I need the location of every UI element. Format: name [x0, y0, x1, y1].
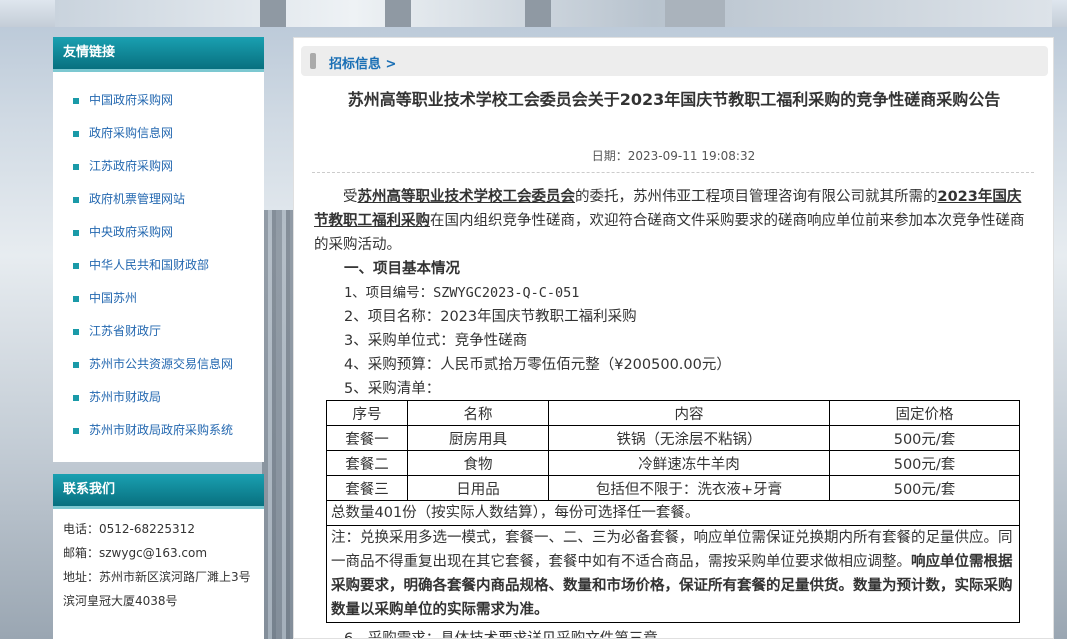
link-item[interactable]: 政府采购信息网: [53, 117, 264, 150]
friendly-links-title: 友情链接: [53, 37, 264, 72]
link-item[interactable]: 政府机票管理网站: [53, 183, 264, 216]
article-title: 苏州高等职业技术学校工会委员会关于2023年国庆节教职工福利采购的竞争性磋商采购…: [347, 90, 1001, 109]
procurement-budget: 4、采购预算：人民币贰拾万零伍佰元整（¥200500.00元）: [344, 357, 731, 373]
table-header: 固定价格: [829, 400, 1020, 426]
link-item[interactable]: 中国政府采购网: [53, 84, 264, 117]
table-cell: 500元/套: [829, 450, 1020, 476]
link-item[interactable]: 江苏省财政厅: [53, 315, 264, 348]
table-row: 注：兑换采用多选一模式，套餐一、二、三为必备套餐，响应单位需保证兑换期内所有套餐…: [326, 525, 1020, 623]
table-cell: 套餐一: [326, 425, 408, 451]
friendly-links-panel: 友情链接 中国政府采购网 政府采购信息网 江苏政府采购网 政府机票管理网站 中央…: [53, 37, 264, 462]
table-cell: 厨房用具: [407, 425, 549, 451]
table-cell: 500元/套: [829, 475, 1020, 501]
table-cell: 500元/套: [829, 425, 1020, 451]
link-item[interactable]: 苏州市财政局: [53, 381, 264, 414]
table-header: 序号: [326, 400, 408, 426]
link-item[interactable]: 中华人民共和国财政部: [53, 249, 264, 282]
table-cell: 食物: [407, 450, 549, 476]
contact-panel: 联系我们 电话：0512-68225312 邮箱：szwygc@163.com …: [53, 474, 264, 639]
friendly-links-list: 中国政府采购网 政府采购信息网 江苏政府采购网 政府机票管理网站 中央政府采购网…: [53, 72, 264, 447]
table-row: 套餐三 日用品 包括但不限于：洗衣液+牙膏 500元/套: [326, 475, 1020, 501]
table-cell: 冷鲜速冻牛羊肉: [548, 450, 830, 476]
table-total: 总数量401份（按实际人数结算），每份可选择任一套餐。: [326, 500, 1020, 526]
section-heading: 一、项目基本情况: [344, 261, 460, 277]
link-item[interactable]: 中央政府采购网: [53, 216, 264, 249]
contact-address: 地址：苏州市新区滨河路厂濉上3号: [63, 570, 251, 584]
table-cell: 套餐二: [326, 450, 408, 476]
contact-email: 邮箱：szwygc@163.com: [63, 546, 208, 560]
article-body: 受苏州高等职业技术学校工会委员会的委托，苏州伟亚工程项目管理咨询有限公司就其所需…: [314, 185, 1034, 401]
procurement-requirements: 6、采购需求：具体技术要求详见采购文件第三章。: [344, 631, 673, 639]
project-number: 1、项目编号：SZWYGC2023-Q-C-051: [344, 285, 580, 301]
banner-pillar: [260, 0, 286, 27]
banner-pillar: [385, 0, 411, 27]
table-row: 套餐二 食物 冷鲜速冻牛羊肉 500元/套: [326, 450, 1020, 476]
article-date: 日期：2023-09-11 19:08:32: [591, 149, 756, 163]
breadcrumb-marker-icon: [310, 53, 316, 69]
procurement-method: 3、采购单位式：竞争性磋商: [344, 333, 528, 349]
banner-pillar: [665, 0, 725, 27]
header-banner: [55, 0, 1052, 27]
link-item[interactable]: 苏州市公共资源交易信息网: [53, 348, 264, 381]
contact-phone: 电话：0512-68225312: [63, 522, 195, 536]
procurement-list-label: 5、采购清单：: [344, 381, 441, 397]
purchaser-name: 苏州高等职业技术学校工会委员会: [357, 189, 576, 205]
procurement-table: 序号 名称 内容 固定价格 套餐一 厨房用具 铁锅（无涂层不粘锅） 500元/套…: [326, 400, 1020, 623]
table-note: 注：兑换采用多选一模式，套餐一、二、三为必备套餐，响应单位需保证兑换期内所有套餐…: [326, 525, 1020, 623]
link-item[interactable]: 中国苏州: [53, 282, 264, 315]
table-cell: 日用品: [407, 475, 549, 501]
table-row: 套餐一 厨房用具 铁锅（无涂层不粘锅） 500元/套: [326, 425, 1020, 451]
breadcrumb: 招标信息 >: [301, 46, 1048, 76]
table-cell: 包括但不限于：洗衣液+牙膏: [548, 475, 830, 501]
contact-info: 电话：0512-68225312 邮箱：szwygc@163.com 地址：苏州…: [53, 509, 264, 613]
table-cell: 套餐三: [326, 475, 408, 501]
breadcrumb-link[interactable]: 招标信息 >: [329, 53, 396, 72]
table-cell: 铁锅（无涂层不粘锅）: [548, 425, 830, 451]
table-header: 名称: [407, 400, 549, 426]
link-item[interactable]: 苏州市财政局政府采购系统: [53, 414, 264, 447]
table-row: 总数量401份（按实际人数结算），每份可选择任一套餐。: [326, 500, 1020, 526]
intro-paragraph: 受苏州高等职业技术学校工会委员会的委托，苏州伟亚工程项目管理咨询有限公司就其所需…: [314, 189, 1025, 253]
contact-title: 联系我们: [53, 474, 264, 509]
article-panel: 招标信息 > 苏州高等职业技术学校工会委员会关于2023年国庆节教职工福利采购的…: [293, 37, 1054, 639]
project-title-line: 2、项目名称：2023年国庆节教职工福利采购: [344, 309, 637, 325]
contact-address-cont: 滨河皇冠大厦4038号: [63, 594, 178, 608]
link-item[interactable]: 江苏政府采购网: [53, 150, 264, 183]
table-header: 内容: [548, 400, 830, 426]
title-divider: [312, 172, 1034, 173]
banner-pillar: [525, 0, 551, 27]
table-header-row: 序号 名称 内容 固定价格: [326, 400, 1020, 426]
